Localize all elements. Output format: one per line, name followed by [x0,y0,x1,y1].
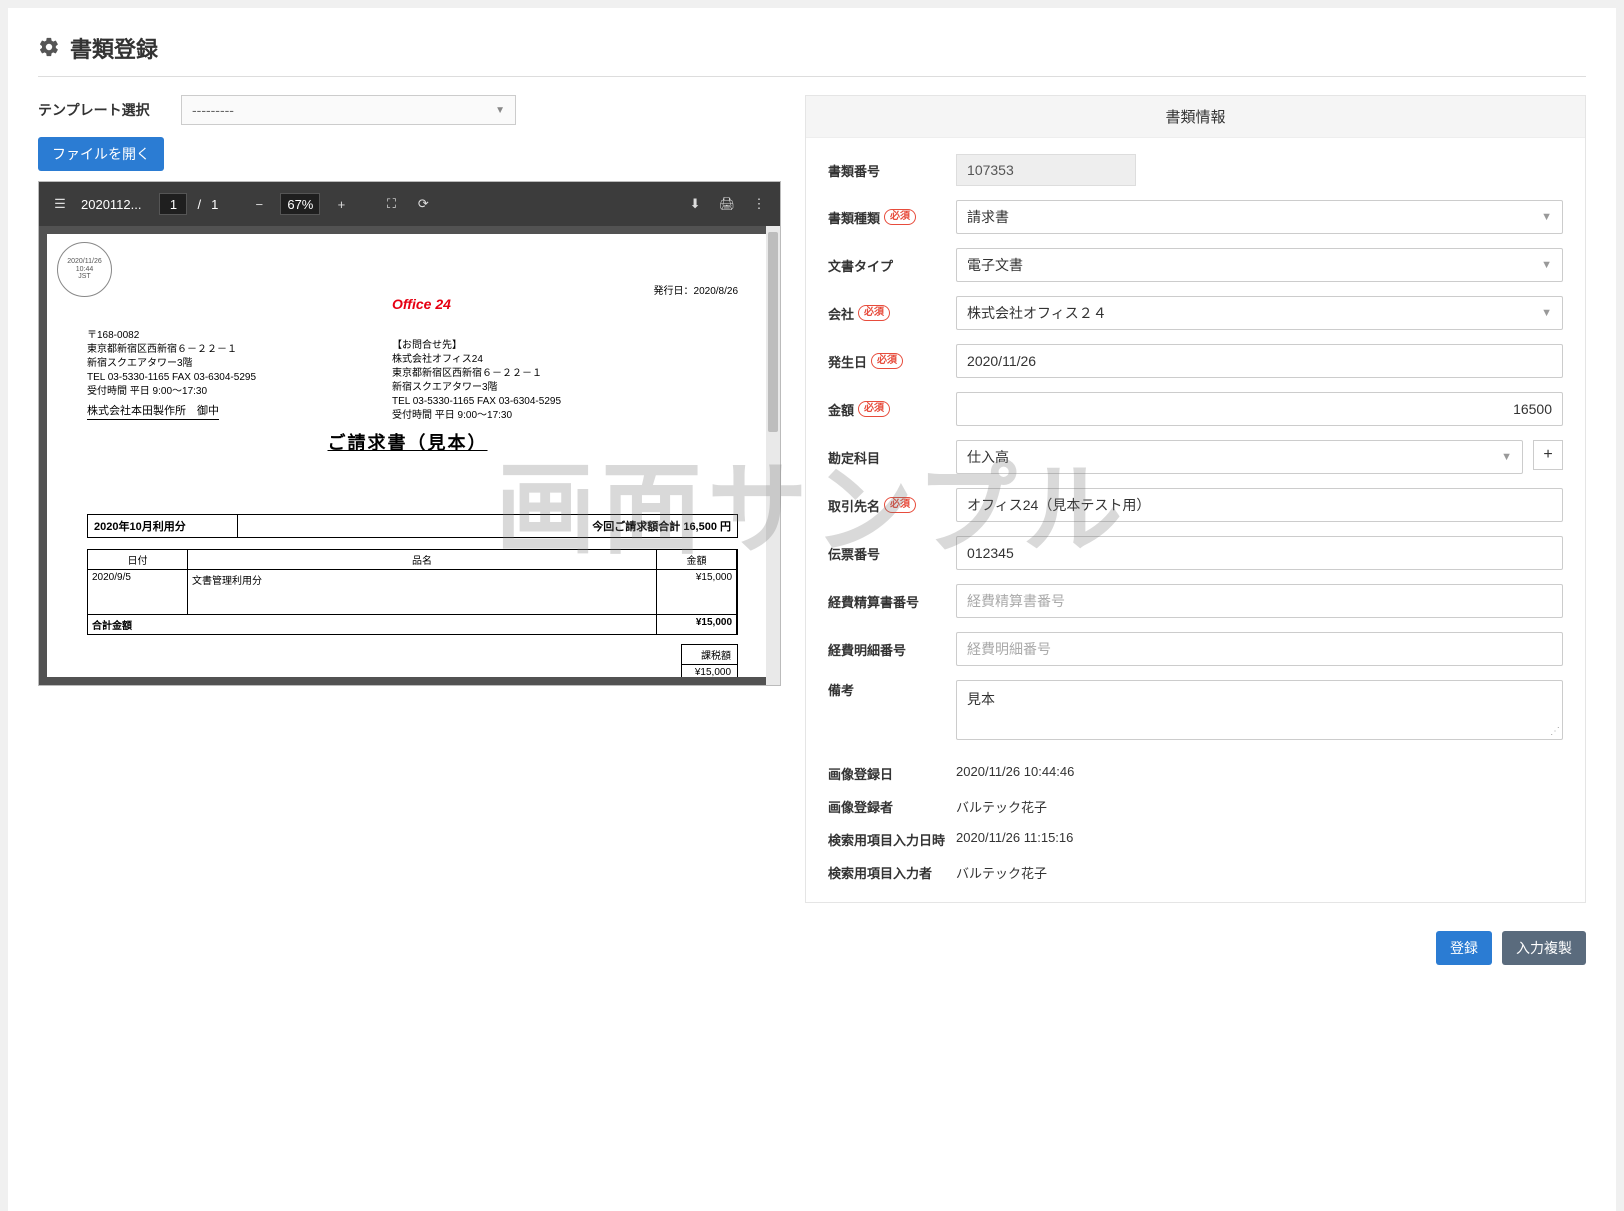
search-input-date-value: 2020/11/26 11:15:16 [956,830,1563,849]
more-icon[interactable]: ⋮ [748,193,770,215]
gear-icon [38,36,60,61]
pdf-canvas: 2020/11/26 10:44 JST 発行日：2020/8/26 Offic… [39,226,780,685]
rotate-icon[interactable]: ⟳ [412,193,434,215]
company-label: 会社 [828,304,854,323]
chevron-down-icon: ▼ [1501,451,1512,463]
pdf-page-sep: / [197,197,201,212]
chevron-down-icon: ▼ [1541,211,1552,223]
chevron-down-icon: ▼ [495,105,505,116]
expense-detail-label: 経費明細番号 [828,640,956,659]
company-select[interactable]: 株式会社オフィス２４▼ [956,296,1563,330]
zoom-in-icon[interactable]: + [330,193,352,215]
open-file-button[interactable]: ファイルを開く [38,137,164,171]
pdf-detail-table: 日付品名金額 2020/9/5文書管理利用分¥15,000 合計金額¥15,00… [87,549,738,635]
pdf-filename: 2020112... [81,197,141,212]
page-title: 書類登録 [70,32,158,64]
remarks-textarea[interactable]: 見本⋰ [956,680,1563,740]
pdf-page: 2020/11/26 10:44 JST 発行日：2020/8/26 Offic… [47,234,768,677]
pdf-doc-title: ご請求書（見本） [47,429,768,455]
pdf-issue-date: 発行日：2020/8/26 [654,282,739,297]
amount-label: 金額 [828,400,854,419]
add-account-button[interactable]: + [1533,440,1563,470]
chevron-down-icon: ▼ [1541,259,1552,271]
template-selected-value: --------- [192,102,234,118]
doc-type-label: 書類種類 [828,208,880,227]
menu-icon[interactable]: ☰ [49,193,71,215]
date-label: 発生日 [828,352,867,371]
print-icon[interactable]: 🖨 [716,193,738,215]
doc-format-select[interactable]: 電子文書▼ [956,248,1563,282]
search-input-user-value: バルテック花子 [956,863,1563,882]
pdf-usage-row: 2020年10月利用分 今回ご請求額合計 16,500 円 [87,514,738,538]
register-button[interactable]: 登録 [1436,931,1492,965]
expense-report-input[interactable]: 経費精算書番号 [956,584,1563,618]
template-label: テンプレート選択 [38,100,163,120]
expense-detail-input[interactable]: 経費明細番号 [956,632,1563,666]
timestamp-stamp: 2020/11/26 10:44 JST [57,242,112,297]
doc-number-label: 書類番号 [828,161,956,180]
slip-input[interactable]: 012345 [956,536,1563,570]
doc-format-label: 文書タイプ [828,256,956,275]
page-header: 書類登録 [38,32,1586,77]
pdf-scrollbar[interactable] [766,226,780,685]
slip-label: 伝票番号 [828,544,956,563]
required-badge: 必須 [884,209,916,225]
image-reg-user-label: 画像登録者 [828,797,956,816]
account-select[interactable]: 仕入高▼ [956,440,1523,474]
required-badge: 必須 [871,353,903,369]
pdf-page-total: 1 [211,197,218,212]
pdf-recipient: 株式会社本田製作所 御中 [87,402,219,420]
panel-header: 書類情報 [806,96,1585,138]
partner-label: 取引先名 [828,496,880,515]
copy-input-button[interactable]: 入力複製 [1502,931,1586,965]
template-select[interactable]: --------- ▼ [181,95,516,125]
fit-page-icon[interactable]: ⛶ [380,193,402,215]
image-reg-user-value: バルテック花子 [956,797,1563,816]
pdf-sender-address: 〒168-0082 東京都新宿区西新宿６－２２－１ 新宿スクエアタワー3階 TE… [87,329,256,399]
search-input-date-label: 検索用項目入力日時 [828,830,956,849]
expense-report-label: 経費精算書番号 [828,592,956,611]
pdf-page-current[interactable]: 1 [159,193,187,215]
pdf-tax-box: 課税額 ¥15,000 [681,644,738,677]
zoom-out-icon[interactable]: − [248,193,270,215]
pdf-contact-address: 【お問合せ先】 株式会社オフィス24 東京都新宿区西新宿６－２２－１ 新宿スクエ… [392,339,561,423]
office24-logo: Office 24 [392,296,451,312]
required-badge: 必須 [858,305,890,321]
required-badge: 必須 [884,497,916,513]
account-label: 勘定科目 [828,448,956,467]
image-reg-date-value: 2020/11/26 10:44:46 [956,764,1563,783]
download-icon[interactable]: ⬇ [684,193,706,215]
pdf-zoom[interactable]: 67% [280,193,320,215]
doc-info-panel: 書類情報 書類番号 107353 書類種類必須 請求書▼ 文書タイプ 電子文書▼ [805,95,1586,903]
pdf-viewer: ☰ 2020112... 1 / 1 − 67% + ⛶ ⟳ ⬇ 🖨 ⋮ [38,181,781,686]
doc-type-select[interactable]: 請求書▼ [956,200,1563,234]
pdf-toolbar: ☰ 2020112... 1 / 1 − 67% + ⛶ ⟳ ⬇ 🖨 ⋮ [39,182,780,226]
doc-number-value: 107353 [956,154,1136,186]
required-badge: 必須 [858,401,890,417]
remarks-label: 備考 [828,680,956,699]
image-reg-date-label: 画像登録日 [828,764,956,783]
amount-input[interactable]: 16500 [956,392,1563,426]
partner-input[interactable]: オフィス24（見本テスト用） [956,488,1563,522]
search-input-user-label: 検索用項目入力者 [828,863,956,882]
chevron-down-icon: ▼ [1541,307,1552,319]
date-input[interactable]: 2020/11/26 [956,344,1563,378]
